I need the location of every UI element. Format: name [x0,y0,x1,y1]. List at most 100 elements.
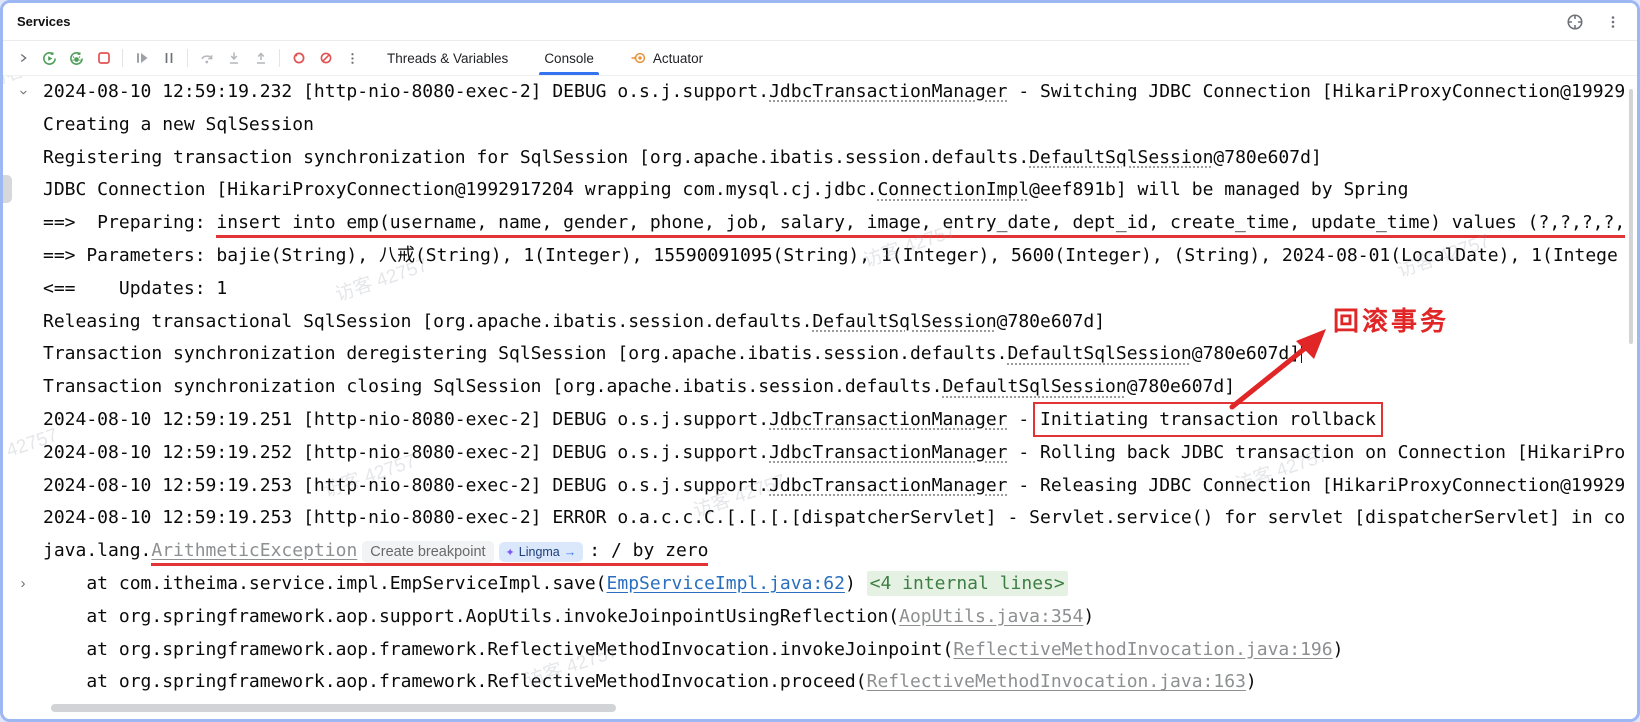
log-text: 2024-08-10 12:59:19.232 [http-nio-8080-e… [43,81,769,102]
titlebar: Services [3,3,1637,41]
console-output: ›2024-08-10 12:59:19.232 [http-nio-8080-… [3,74,1637,719]
log-line: ›2024-08-10 12:59:19.232 [http-nio-8080-… [3,76,1637,109]
source-link[interactable]: ReflectiveMethodInvocation.java:163 [867,671,1246,692]
more-vertical-icon[interactable] [1603,12,1623,32]
log-text: Registering transaction synchronization … [43,147,1029,168]
log-line: at org.springframework.aop.framework.Ref… [3,666,1637,699]
log-line: ==> Parameters: bajie(String), 八戒(String… [3,240,1637,273]
rollback-annotation-label: 回滚事务 [1333,301,1449,338]
log-line: 2024-08-10 12:59:19.251 [http-nio-8080-e… [3,404,1637,437]
log-line: Registering transaction synchronization … [3,142,1637,175]
log-text: at com.itheima.service.impl.EmpServiceIm… [43,573,607,594]
tab-actuator[interactable]: Actuator [627,41,706,75]
log-text: at org.springframework.aop.framework.Ref… [43,639,953,660]
class-link[interactable]: DefaultSqlSession [1008,343,1192,364]
class-link[interactable]: JdbcTransactionManager [769,475,1007,496]
log-text: Transaction synchronization closing SqlS… [43,376,942,397]
source-link[interactable]: ReflectiveMethodInvocation.java:196 [953,639,1332,660]
log-line: Creating a new SqlSession [3,109,1637,142]
mute-breakpoints-icon[interactable] [312,45,339,71]
log-line: 2024-08-10 12:59:19.253 [http-nio-8080-e… [3,470,1637,503]
class-link[interactable]: JdbcTransactionManager [769,81,1007,102]
red-underline-group: ArithmeticExceptionCreate breakpoint ✦Lin… [151,540,708,566]
gutter-change-marker [3,175,12,203]
vertical-scrollbar-thumb[interactable] [1629,89,1633,344]
log-text: <== Updates: 1 [43,278,227,299]
log-line: 2024-08-10 12:59:19.253 [http-nio-8080-e… [3,502,1637,535]
toolbar-separator [279,49,280,67]
titlebar-actions [1565,12,1623,32]
toolbar-separator [187,49,188,67]
toolbar-separator [122,49,123,67]
log-line: Transaction synchronization deregisterin… [3,338,1637,371]
log-text: ) [1333,639,1344,660]
tab-label: Console [544,51,594,66]
debugger-tabs: Threads & Variables Console Actuator [384,41,706,75]
log-text: 2024-08-10 12:59:19.253 [http-nio-8080-e… [43,475,769,496]
class-link[interactable]: DefaultSqlSession [1029,147,1213,168]
log-text: Releasing transactional SqlSession [org.… [43,311,812,332]
create-breakpoint-button[interactable]: Create breakpoint [362,541,493,563]
tab-label: Actuator [653,51,703,66]
log-text: at org.springframework.aop.framework.Ref… [43,671,867,692]
log-text: Creating a new SqlSession [43,114,314,135]
fold-arrow-icon[interactable]: › [7,82,40,102]
window-title: Services [17,14,71,29]
actuator-icon [630,50,646,66]
step-into-icon[interactable] [220,45,247,71]
class-link[interactable]: DefaultSqlSession [812,311,996,332]
tab-threads-variables[interactable]: Threads & Variables [384,41,511,75]
source-link[interactable]: EmpServiceImpl.java:62 [607,573,845,594]
stop-button[interactable] [90,45,117,71]
log-text: ) [1246,671,1257,692]
class-link[interactable]: ConnectionImpl [877,179,1029,200]
log-text: ==> Preparing: [43,212,216,233]
services-tool-window: Services [0,0,1640,722]
log-line: 2024-08-10 12:59:19.252 [http-nio-8080-e… [3,437,1637,470]
class-link[interactable]: JdbcTransactionManager [769,409,1007,430]
log-text: 2024-08-10 12:59:19.253 [http-nio-8080-e… [43,507,1625,528]
pause-button[interactable] [155,45,182,71]
horizontal-scrollbar-thumb[interactable] [51,704,616,712]
log-text: @780e607d] [1213,147,1321,168]
lingma-badge[interactable]: ✦Lingma→ [499,542,584,562]
log-text: - Releasing JDBC Connection [HikariProxy… [1008,475,1626,496]
rerun-button[interactable] [36,45,63,71]
sql-statement: insert into emp(username, name, gender, … [216,212,1625,233]
exception-link[interactable]: ArithmeticException [151,540,357,561]
log-line: java.lang.ArithmeticExceptionCreate brea… [3,535,1637,568]
view-breakpoints-icon[interactable] [285,45,312,71]
log-text: - Switching JDBC Connection [HikariProxy… [1008,81,1626,102]
log-line: ==> Preparing: insert into emp(username,… [3,207,1637,240]
log-text: @eef891b] will be managed by Spring [1029,179,1408,200]
expand-chevron-icon[interactable] [9,45,36,71]
step-over-icon[interactable] [193,45,220,71]
exception-message: : / by zero [589,540,708,561]
log-text: 2024-08-10 12:59:19.251 [http-nio-8080-e… [43,409,769,430]
log-line: JDBC Connection [HikariProxyConnection@1… [3,174,1637,207]
rerun-debug-button[interactable] [63,45,90,71]
tab-console[interactable]: Console [541,41,597,75]
log-line: Transaction synchronization closing SqlS… [3,371,1637,404]
resume-button[interactable] [128,45,155,71]
log-text: JDBC Connection [HikariProxyConnection@1… [43,179,877,200]
class-link[interactable]: JdbcTransactionManager [769,442,1007,463]
expand-chevron-icon[interactable]: › [13,568,33,601]
log-text: java.lang. [43,540,151,561]
red-underline-group: insert into emp(username, name, gender, … [216,212,1625,238]
target-icon[interactable] [1565,12,1585,32]
log-line: at org.springframework.aop.support.AopUt… [3,601,1637,634]
class-link[interactable]: DefaultSqlSession [942,376,1126,397]
internal-lines-badge: <4 internal lines> [867,571,1068,596]
log-line: › at com.itheima.service.impl.EmpService… [3,568,1637,601]
log-text: - Rolling back JDBC transaction on Conne… [1008,442,1626,463]
step-out-icon[interactable] [247,45,274,71]
source-link[interactable]: AopUtils.java:354 [899,606,1083,627]
log-text: ) [845,573,867,594]
arrow-right-icon: → [564,545,577,559]
log-text: 2024-08-10 12:59:19.252 [http-nio-8080-e… [43,442,769,463]
red-arrow-annotation [1218,319,1343,414]
log-line: at org.springframework.aop.framework.Ref… [3,634,1637,667]
more-vertical-icon[interactable] [339,45,366,71]
log-text: ==> Parameters: bajie(String), 八戒(String… [43,245,1618,266]
